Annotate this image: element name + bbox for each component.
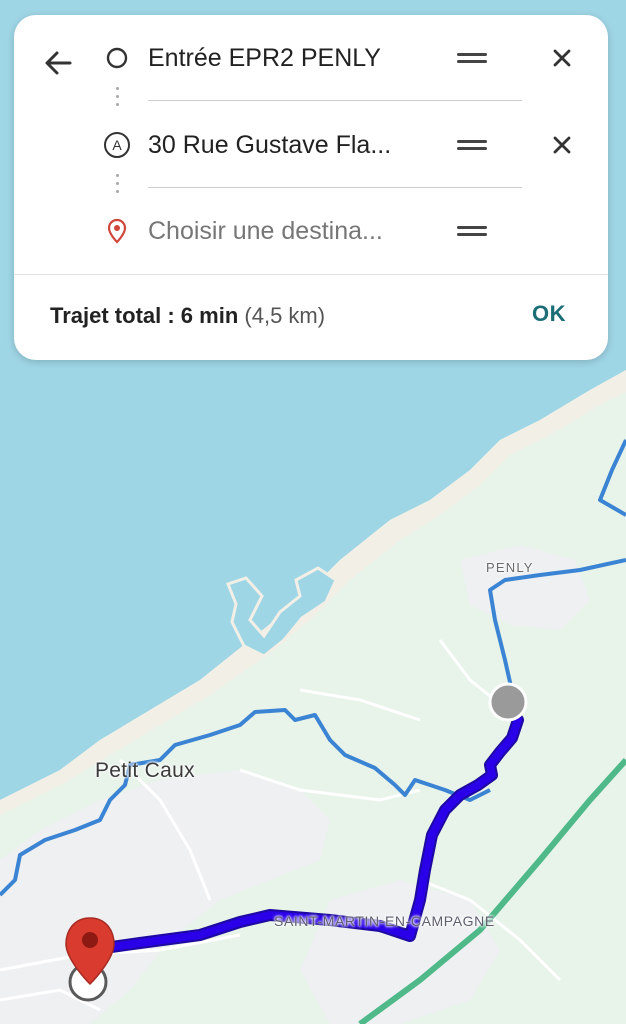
location-pin-icon	[103, 217, 131, 245]
stop-field[interactable]: 30 Rue Gustave Fla...	[148, 127, 422, 163]
connector-dots	[116, 174, 120, 198]
map-label-saint-martin: SAINT-MARTIN-EN-CAMPAGNE	[274, 913, 495, 929]
destination-field[interactable]: Choisir une destina...	[148, 213, 422, 249]
route-summary: Trajet total : 6 min (4,5 km)	[50, 303, 325, 329]
connector-dots	[116, 87, 120, 111]
stop-marker-letter: A	[112, 137, 122, 153]
remove-stop-button[interactable]	[548, 131, 576, 159]
destination-row: Choisir une destina...	[14, 201, 608, 261]
drag-handle-icon[interactable]	[454, 133, 490, 157]
stop-underline	[148, 187, 522, 188]
map-label-petit-caux: Petit Caux	[95, 759, 195, 782]
drag-handle-icon[interactable]	[454, 46, 490, 70]
summary-distance: (4,5 km)	[244, 303, 326, 328]
remove-origin-button[interactable]	[548, 44, 576, 72]
close-icon	[553, 136, 571, 154]
summary-label: Trajet total :	[50, 303, 181, 328]
origin-circle-icon	[103, 44, 131, 72]
origin-underline	[148, 100, 522, 101]
stop-marker-icon: A	[103, 131, 131, 159]
summary-duration: 6 min	[180, 303, 239, 328]
origin-row: Entrée EPR2 PENLY	[14, 28, 608, 88]
waypoint-marker[interactable]	[488, 682, 528, 722]
map-label-penly: PENLY	[486, 560, 534, 575]
drag-handle-icon[interactable]	[454, 219, 490, 243]
stop-row: A 30 Rue Gustave Fla...	[14, 115, 608, 175]
close-icon	[553, 49, 571, 67]
origin-field[interactable]: Entrée EPR2 PENLY	[148, 40, 422, 76]
ok-button[interactable]: OK	[532, 301, 566, 327]
directions-card: Entrée EPR2 PENLY A 30 Rue Gustave Fla..…	[14, 15, 608, 360]
card-divider	[14, 274, 608, 275]
